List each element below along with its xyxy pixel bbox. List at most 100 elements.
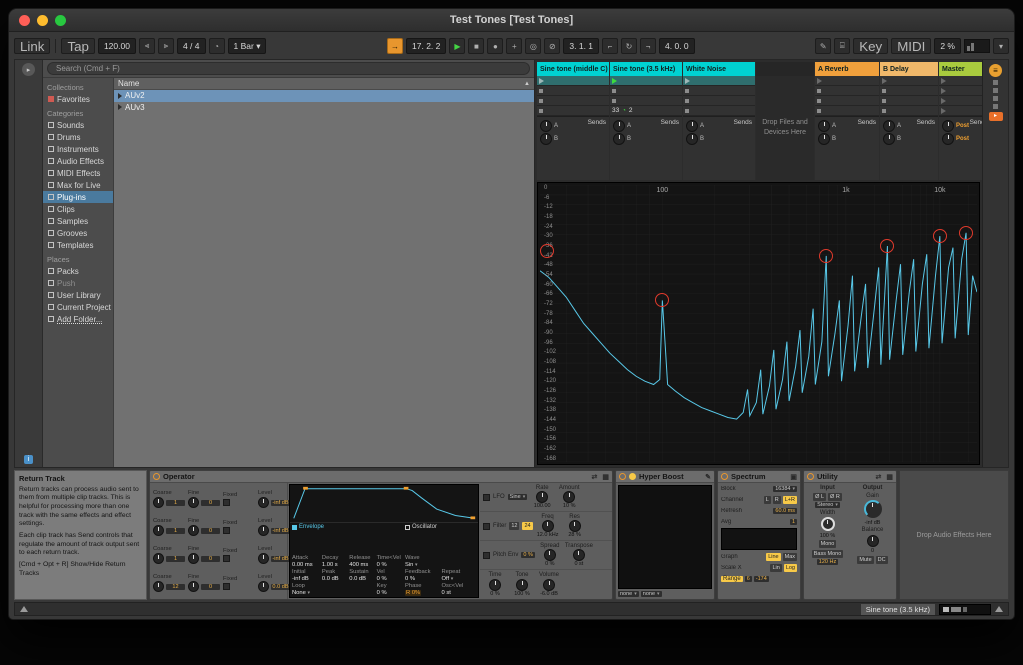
device-on-icon[interactable] xyxy=(153,473,160,480)
loop-value[interactable]: None ▾ xyxy=(292,590,320,596)
graph-line-button[interactable]: Line xyxy=(766,553,780,561)
mono-button[interactable]: Mono xyxy=(819,540,837,548)
hyper-boost-select-1[interactable]: none▾ xyxy=(618,591,639,597)
filter-res-knob[interactable] xyxy=(569,520,581,532)
level-knob[interactable] xyxy=(258,497,269,508)
clip-slot[interactable] xyxy=(537,96,609,106)
follow-button[interactable]: → xyxy=(387,38,403,54)
drop-audio-effects-area[interactable]: Drop Audio Effects Here xyxy=(899,470,1009,600)
return-track-header[interactable]: B Delay xyxy=(880,62,938,76)
track-header[interactable]: Sine tone (3.5 kHz) xyxy=(610,62,682,76)
send-a-knob[interactable] xyxy=(883,120,895,132)
clip-slot[interactable] xyxy=(537,86,609,96)
envelope-graph[interactable] xyxy=(290,485,478,523)
sustain-value[interactable]: 0.0 dB xyxy=(349,576,374,582)
bass-mono-freq-value[interactable]: 120 Hz xyxy=(817,559,838,565)
automation-arm-icon[interactable]: ◎ xyxy=(525,38,541,54)
overdub-button[interactable]: + xyxy=(506,38,522,54)
selected-track-chip[interactable]: Sine tone (3.5 kHz) xyxy=(861,604,935,615)
scene-slot[interactable]: 4 xyxy=(939,106,982,116)
sidebar-item-current-project[interactable]: Current Project xyxy=(43,301,113,313)
channel-mode-select[interactable]: Stereo▾ xyxy=(815,502,840,508)
chevron-down-icon[interactable]: ▾ xyxy=(993,38,1009,54)
expand-arrow-icon[interactable] xyxy=(118,93,122,99)
hyper-boost-select-2[interactable]: none▾ xyxy=(641,591,662,597)
decay-value[interactable]: 1.00 s xyxy=(322,562,347,568)
return-slot[interactable] xyxy=(880,76,938,86)
scene-launch-icon[interactable] xyxy=(941,78,946,84)
send-a-knob[interactable] xyxy=(540,120,552,132)
fixed-checkbox[interactable] xyxy=(223,583,230,590)
repeat-select[interactable]: Off ▾ xyxy=(442,576,477,582)
send-a-knob[interactable] xyxy=(818,120,830,132)
avg-value[interactable]: 1 xyxy=(790,519,797,525)
block-size-select[interactable]: 16384▾ xyxy=(773,486,797,492)
stop-all-clips-icon[interactable] xyxy=(993,80,998,85)
arrangement-position-display[interactable]: 17. 2. 2 xyxy=(406,38,446,54)
time-knob[interactable] xyxy=(489,579,501,591)
scene-slot[interactable]: 3 xyxy=(939,96,982,106)
save-preset-icon[interactable]: ▦ xyxy=(886,473,893,481)
vel-value[interactable]: 0 % xyxy=(377,576,402,582)
return-track-header[interactable]: A Reverb xyxy=(815,62,879,76)
fixed-checkbox[interactable] xyxy=(223,527,230,534)
play-button[interactable]: ▶ xyxy=(449,38,465,54)
fine-knob[interactable] xyxy=(188,497,199,508)
post-toggle[interactable]: Post xyxy=(956,136,969,142)
track-header[interactable]: Sine tone (middle C) xyxy=(537,62,609,76)
stop-all-clips-icon[interactable] xyxy=(993,104,998,109)
hot-swap-icon[interactable]: ⇄ xyxy=(876,473,882,481)
quantization-menu[interactable]: 1 Bar ▾ xyxy=(228,38,267,54)
refresh-value[interactable]: 60.0 ms xyxy=(773,508,797,514)
coarse-knob[interactable] xyxy=(153,553,164,564)
clip-slot[interactable] xyxy=(610,86,682,96)
scene-slot[interactable]: 2 xyxy=(939,86,982,96)
sidebar-item-plug-ins[interactable]: Plug-ins xyxy=(43,191,113,203)
channel-right-button[interactable]: R xyxy=(773,496,781,504)
clip-slot[interactable] xyxy=(683,96,755,106)
volume-knob[interactable] xyxy=(543,579,555,591)
clip-slot[interactable] xyxy=(610,96,682,106)
feedback-value[interactable]: 0 % xyxy=(405,576,439,582)
sidebar-item-templates[interactable]: Templates xyxy=(43,239,113,251)
tap-tempo-button[interactable]: Tap xyxy=(61,38,95,54)
sidebar-item-clips[interactable]: Clips xyxy=(43,203,113,215)
sidebar-item-samples[interactable]: Samples xyxy=(43,215,113,227)
send-a-knob[interactable] xyxy=(613,120,625,132)
record-button[interactable]: ● xyxy=(487,38,503,54)
key-value[interactable]: 0 % xyxy=(377,590,402,596)
attack-value[interactable]: 0.00 ms xyxy=(292,562,320,568)
draw-mode-icon[interactable]: ✎ xyxy=(815,38,831,54)
pitch-env-value[interactable]: 0 % xyxy=(521,552,534,558)
envelope-tab[interactable]: Envelope xyxy=(292,524,402,530)
spread-knob[interactable] xyxy=(544,549,556,561)
computer-midi-keyboard-icon[interactable]: ⌸ xyxy=(834,38,850,54)
send-b-knob[interactable] xyxy=(883,133,895,145)
nudge-down-icon[interactable]: ⫷ xyxy=(139,38,155,54)
clip-slot[interactable] xyxy=(537,106,609,116)
dc-filter-button[interactable]: DC xyxy=(876,556,888,564)
transpose-knob[interactable] xyxy=(573,549,585,561)
link-button[interactable]: Link xyxy=(14,38,50,54)
wave-select[interactable]: Sin ▾ xyxy=(405,562,439,568)
expand-arrow-icon[interactable] xyxy=(118,104,122,110)
save-preset-icon[interactable]: ▦ xyxy=(602,473,609,481)
drop-files-column[interactable]: Drop Files and Devices Here xyxy=(756,62,814,180)
graph-max-button[interactable]: Max xyxy=(783,553,797,561)
sidebar-item-instruments[interactable]: Instruments xyxy=(43,143,113,155)
filter-slope-24-button[interactable]: 24 xyxy=(522,522,532,530)
peak-value[interactable]: 0.0 dB xyxy=(322,576,347,582)
level-knob[interactable] xyxy=(258,525,269,536)
close-window-button[interactable] xyxy=(19,15,30,26)
info-view-toggle-icon[interactable]: i xyxy=(24,455,33,464)
timevel-value[interactable]: 0 % xyxy=(377,562,402,568)
device-on-icon[interactable] xyxy=(619,473,626,480)
mute-button[interactable]: Mute xyxy=(857,556,873,564)
send-a-knob[interactable] xyxy=(686,120,698,132)
coarse-knob[interactable] xyxy=(153,525,164,536)
channel-left-button[interactable]: L xyxy=(764,496,771,504)
sidebar-item-favorites[interactable]: Favorites xyxy=(43,93,113,105)
device-on-icon[interactable] xyxy=(721,473,728,480)
sidebar-item-grooves[interactable]: Grooves xyxy=(43,227,113,239)
io-menu-icon[interactable]: ≡ xyxy=(989,64,1002,77)
